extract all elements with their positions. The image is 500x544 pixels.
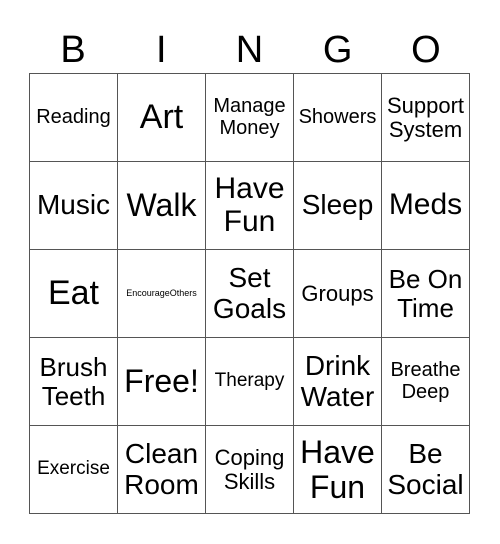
bingo-grid: Reading Art Manage Money Showers Support… [29, 73, 470, 514]
bingo-cell[interactable]: Therapy [206, 338, 294, 426]
bingo-cell[interactable]: Groups [294, 250, 382, 338]
bingo-cell[interactable]: Meds [382, 162, 470, 250]
bingo-cell[interactable]: Clean Room [118, 426, 206, 514]
bingo-cell[interactable]: Art [118, 74, 206, 162]
bingo-cell[interactable]: Walk [118, 162, 206, 250]
bingo-cell[interactable]: Showers [294, 74, 382, 162]
bingo-cell[interactable]: Drink Water [294, 338, 382, 426]
bingo-cell[interactable]: Brush Teeth [30, 338, 118, 426]
bingo-cell[interactable]: Set Goals [206, 250, 294, 338]
header-letter-o: O [411, 29, 441, 71]
bingo-cell[interactable]: Music [30, 162, 118, 250]
header-letter-g: G [322, 29, 353, 71]
bingo-cell[interactable]: Be Social [382, 426, 470, 514]
bingo-cell[interactable]: Manage Money [206, 74, 294, 162]
bingo-cell[interactable]: Breathe Deep [382, 338, 470, 426]
header-letter-n: N [235, 29, 264, 71]
bingo-cell[interactable]: Have Fun [206, 162, 294, 250]
bingo-cell[interactable]: Reading [30, 74, 118, 162]
header-letter-b: B [60, 29, 86, 71]
bingo-cell[interactable]: EncourageOthers [118, 250, 206, 338]
bingo-cell[interactable]: Coping Skills [206, 426, 294, 514]
free-space[interactable]: Free! [118, 338, 206, 426]
header-letter-i: I [156, 29, 167, 71]
bingo-cell[interactable]: Support System [382, 74, 470, 162]
bingo-cell[interactable]: Eat [30, 250, 118, 338]
bingo-cell[interactable]: Have Fun [294, 426, 382, 514]
bingo-cell[interactable]: Sleep [294, 162, 382, 250]
bingo-cell[interactable]: Exercise [30, 426, 118, 514]
bingo-header: B I N G O [29, 28, 470, 72]
bingo-cell[interactable]: Be On Time [382, 250, 470, 338]
